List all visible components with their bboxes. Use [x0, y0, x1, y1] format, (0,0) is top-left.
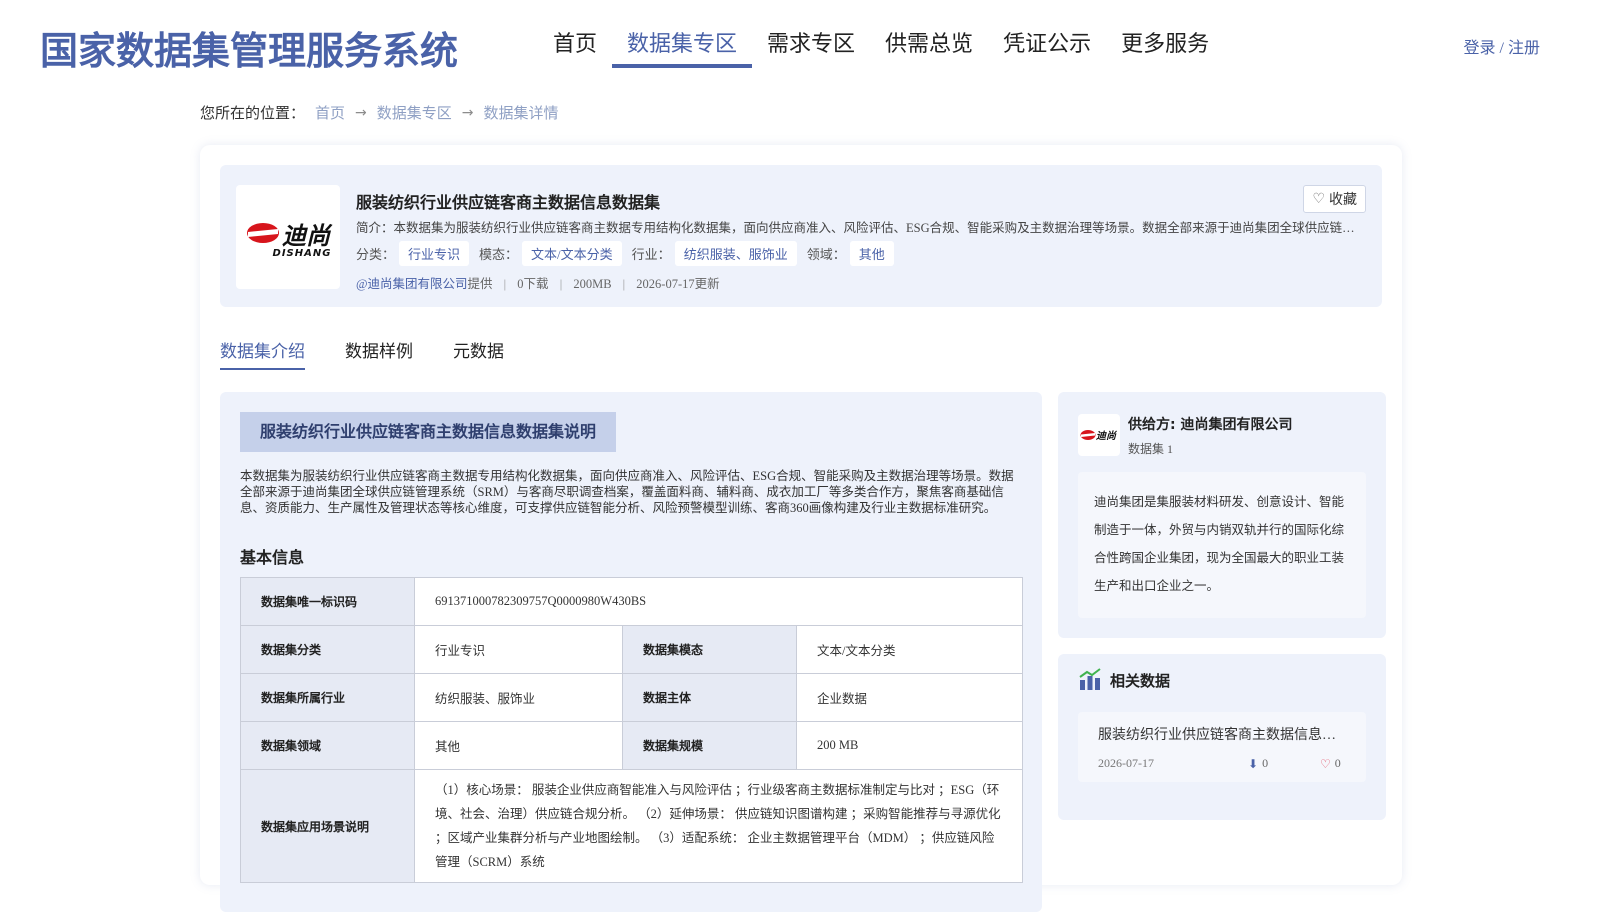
table-row: 数据集唯一标识码 691371000782309757Q0000980W430B…	[240, 577, 1023, 626]
bar-chart-icon	[1079, 668, 1101, 690]
favorite-button[interactable]: ♡ 收藏	[1303, 185, 1366, 213]
related-item-downloads: ⬇ 0	[1248, 756, 1268, 771]
logo-text-en: DISHANG	[272, 247, 332, 259]
dataset-title: 服装纺织行业供应链客商主数据信息数据集	[356, 193, 661, 212]
tag-industry[interactable]: 纺织服装、服饰业	[674, 241, 797, 266]
provider-name[interactable]: 供给方: 迪尚集团有限公司	[1128, 414, 1292, 434]
tag-domain[interactable]: 其他	[849, 241, 894, 266]
table-value: 其他	[414, 721, 623, 770]
basic-info-table: 数据集唯一标识码 691371000782309757Q0000980W430B…	[240, 577, 1023, 883]
related-item-title[interactable]: 服装纺织行业供应链客商主数据信息数据集	[1098, 724, 1348, 744]
dataset-description: 本数据集为服装纺织行业供应链客商主数据专用结构化数据集，面向供应商准入、风险评估…	[240, 469, 1014, 515]
table-value: 纺织服装、服饰业	[414, 673, 623, 722]
nav-overview[interactable]: 供需总览	[870, 0, 988, 68]
download-icon: ⬇	[1248, 756, 1259, 771]
breadcrumb: 您所在的位置： 首页 → 数据集专区 → 数据集详情	[200, 102, 559, 123]
related-data-title: 相关数据	[1110, 671, 1171, 690]
table-value: 691371000782309757Q0000980W430BS	[414, 577, 1023, 626]
related-item-favorites: ♡ 0	[1320, 756, 1341, 771]
main-nav: 首页 数据集专区 需求专区 供需总览 凭证公示 更多服务	[538, 0, 1224, 68]
table-value: 行业专识	[414, 625, 623, 674]
section-title: 服装纺织行业供应链客商主数据信息数据集说明	[240, 412, 617, 452]
table-key: 数据集领域	[240, 721, 415, 770]
table-row: 数据集分类 行业专识 数据集模态 文本/文本分类	[240, 625, 1023, 674]
login-register-link[interactable]: 登录 / 注册	[1464, 34, 1540, 58]
tab-samples[interactable]: 数据样例	[345, 337, 413, 370]
provider-link[interactable]: @迪尚集团有限公司	[356, 277, 468, 291]
tab-intro[interactable]: 数据集介绍	[220, 337, 305, 370]
tag-label-modality: 模态：	[479, 247, 519, 262]
related-download-count: 0	[1262, 756, 1269, 770]
table-key: 数据集应用场景说明	[240, 769, 415, 883]
table-key: 数据集分类	[240, 625, 415, 674]
basic-info-title: 基本信息	[240, 548, 305, 567]
table-row: 数据集所属行业 纺织服装、服饰业 数据主体 企业数据	[240, 673, 1023, 722]
breadcrumb-detail[interactable]: 数据集详情	[484, 102, 559, 123]
related-favorite-count: 0	[1334, 756, 1341, 770]
table-key: 数据集所属行业	[240, 673, 415, 722]
provider-dataset-count: 数据集 1	[1128, 442, 1174, 456]
table-row: 数据集应用场景说明 （1）核心场景： 服装企业供应商智能准入与风险评估 ；行业级…	[240, 769, 1023, 883]
dataset-summary: 迪尚 DISHANG 服装纺织行业供应链客商主数据信息数据集 ♡ 收藏 简介：本…	[220, 165, 1382, 307]
tag-label-domain: 领域：	[806, 247, 846, 262]
logo-text-cn: 迪尚	[282, 221, 330, 250]
table-key: 数据集唯一标识码	[240, 577, 415, 626]
breadcrumb-label: 您所在的位置：	[200, 106, 306, 122]
dataset-size: 200MB	[573, 277, 612, 291]
dataset-meta: @迪尚集团有限公司提供 | 0下载 | 200MB | 2026-07-17更新	[356, 277, 720, 291]
arrow-right-icon: →	[461, 104, 474, 121]
related-item-date: 2026-07-17	[1098, 756, 1154, 770]
provider-logo: 迪尚 DISHANG	[236, 185, 340, 289]
updated-date: 2026-07-17更新	[636, 277, 720, 291]
table-value: （1）核心场景： 服装企业供应商智能准入与风险评估 ；行业级客商主数据标准制定与…	[414, 769, 1023, 883]
breadcrumb-home[interactable]: 首页	[315, 102, 345, 123]
tag-label-category: 分类：	[356, 247, 396, 262]
main-panel: 迪尚 DISHANG 服装纺织行业供应链客商主数据信息数据集 ♡ 收藏 简介：本…	[200, 145, 1402, 912]
logo-mini-text: 迪尚	[1096, 430, 1118, 442]
dataset-tags: 分类： 行业专识 模态： 文本/文本分类 行业： 纺织服装、服饰业 领域： 其他	[356, 241, 904, 266]
nav-home[interactable]: 首页	[538, 0, 612, 68]
heart-icon: ♡	[1320, 756, 1331, 771]
provider-card-logo[interactable]: 迪尚	[1078, 414, 1120, 456]
related-data-header: 相关数据	[1078, 668, 1170, 692]
nav-more[interactable]: 更多服务	[1106, 0, 1224, 68]
related-data-card: 相关数据 服装纺织行业供应链客商主数据信息数据集 2026-07-17 ⬇ 0 …	[1058, 654, 1386, 820]
table-key: 数据集模态	[622, 625, 797, 674]
table-row: 数据集领域 其他 数据集规模 200 MB	[240, 721, 1023, 770]
table-value: 企业数据	[796, 673, 1023, 722]
favorite-label: 收藏	[1329, 193, 1357, 208]
table-value: 200 MB	[796, 721, 1023, 770]
nav-datasets[interactable]: 数据集专区	[612, 0, 753, 68]
provider-description: 迪尚集团是集服装材料研发、创意设计、智能制造于一体，外贸与内销双轨并行的国际化综…	[1078, 472, 1366, 618]
provider-card: 迪尚 供给方: 迪尚集团有限公司 数据集 1 迪尚集团是集服装材料研发、创意设计…	[1058, 392, 1386, 638]
site-title: 国家数据集管理服务系统	[40, 29, 459, 73]
intro-content: 服装纺织行业供应链客商主数据信息数据集说明 本数据集为服装纺织行业供应链客商主数…	[220, 392, 1042, 912]
provide-suffix: 提供	[467, 277, 493, 291]
tag-modality[interactable]: 文本/文本分类	[522, 241, 622, 266]
download-count: 0下载	[517, 277, 549, 291]
table-key: 数据集规模	[622, 721, 797, 770]
arrow-right-icon: →	[355, 104, 367, 121]
nav-demands[interactable]: 需求专区	[752, 0, 870, 68]
tag-category[interactable]: 行业专识	[399, 241, 470, 266]
table-value: 文本/文本分类	[796, 625, 1023, 674]
dishang-logo-icon	[247, 223, 279, 243]
nav-certificates[interactable]: 凭证公示	[988, 0, 1106, 68]
dishang-logo-icon: 迪尚	[1080, 430, 1118, 442]
breadcrumb-datasets[interactable]: 数据集专区	[377, 102, 452, 123]
tag-label-industry: 行业：	[631, 247, 671, 262]
related-item[interactable]: 服装纺织行业供应链客商主数据信息数据集 2026-07-17 ⬇ 0 ♡ 0	[1078, 712, 1366, 782]
tab-metadata[interactable]: 元数据	[453, 337, 504, 370]
table-key: 数据主体	[622, 673, 797, 722]
login-register-text[interactable]: 登录 / 注册	[1464, 40, 1540, 57]
dataset-intro: 简介：本数据集为服装纺织行业供应链客商主数据专用结构化数据集，面向供应商准入、风…	[356, 221, 1366, 235]
detail-tabs: 数据集介绍 数据样例 元数据	[220, 337, 544, 370]
heart-icon: ♡	[1312, 191, 1325, 207]
